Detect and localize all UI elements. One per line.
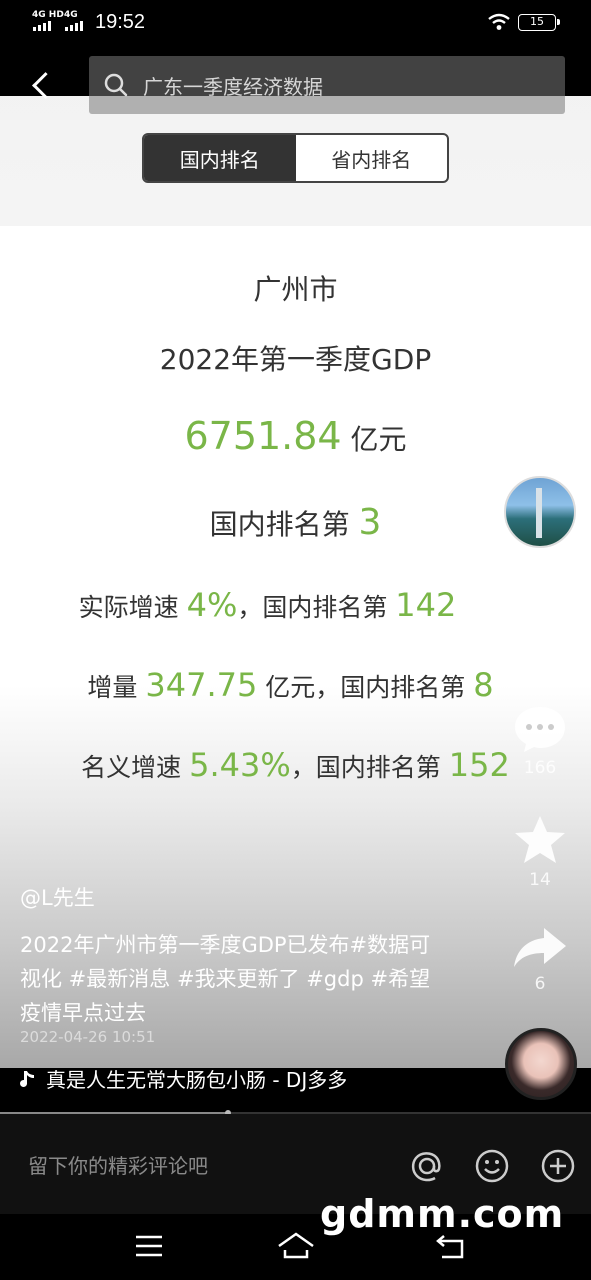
increment-rank-label: 亿元，国内排名第 bbox=[257, 673, 474, 702]
network-indicator-1: 4G HD bbox=[32, 10, 64, 20]
emoji-icon[interactable] bbox=[474, 1148, 510, 1184]
increment-line: 增量 347.75 亿元，国内排名第 8 bbox=[0, 666, 586, 704]
real-growth-label: 实际增速 bbox=[78, 593, 187, 622]
status-bar: 4G HD 4G 19:52 15 bbox=[0, 0, 591, 46]
real-growth-rank-label: ，国内排名第 bbox=[237, 593, 396, 622]
real-growth-rank-value: 142 bbox=[395, 586, 457, 624]
real-growth-value: 4% bbox=[186, 586, 238, 624]
home-icon[interactable] bbox=[276, 1230, 316, 1260]
rank-label: 国内排名第 bbox=[209, 508, 359, 541]
add-icon[interactable] bbox=[540, 1148, 576, 1184]
tab-national-rank[interactable]: 国内排名 bbox=[144, 135, 296, 181]
share-icon bbox=[514, 928, 566, 967]
rank-tabs: 国内排名 省内排名 bbox=[142, 133, 449, 183]
search-bar[interactable]: 广东一季度经济数据 bbox=[89, 56, 565, 114]
heart-icon bbox=[514, 593, 566, 639]
menu-icon[interactable] bbox=[134, 1234, 164, 1258]
wifi-icon bbox=[488, 13, 510, 30]
gdp-line: 6751.84 亿元 bbox=[0, 414, 591, 458]
music-info[interactable]: 真是人生无常大肠包小肠 - DJ多多 bbox=[20, 1064, 347, 1093]
post-description[interactable]: 2022年广州市第一季度GDP已发布#数据可视化 #最新消息 #我来更新了 #g… bbox=[20, 928, 450, 1030]
back-button[interactable] bbox=[24, 68, 60, 104]
gdp-value: 6751.84 bbox=[184, 414, 342, 458]
increment-rank-value: 8 bbox=[473, 666, 494, 704]
video-player[interactable]: 广东一季度经济数据 国内排名 省内排名 广州市 2022年第一季度GDP 675… bbox=[0, 46, 591, 1100]
nominal-growth-rank-label: ，国内排名第 bbox=[290, 753, 449, 782]
battery-icon: 15 bbox=[518, 14, 560, 31]
music-note-icon bbox=[20, 1070, 34, 1087]
favorite-button[interactable]: 14 bbox=[500, 814, 580, 890]
post-date: 2022-04-26 10:51 bbox=[20, 1028, 156, 1046]
nominal-growth-value: 5.43% bbox=[189, 746, 291, 784]
rank-value: 3 bbox=[358, 502, 382, 543]
network-indicator-2: 4G bbox=[64, 10, 78, 20]
share-button[interactable]: 6 bbox=[500, 924, 580, 994]
nominal-growth-label: 名义增速 bbox=[81, 753, 190, 782]
comment-input[interactable]: 留下你的精彩评论吧 bbox=[28, 1150, 208, 1179]
favorite-count: 14 bbox=[529, 870, 551, 890]
gdp-unit: 亿元 bbox=[341, 423, 407, 456]
real-growth-line: 实际增速 4%，国内排名第 142 bbox=[0, 586, 563, 624]
clock: 19:52 bbox=[95, 11, 146, 33]
card-subtitle: 2022年第一季度GDP bbox=[159, 343, 432, 376]
signal-icon bbox=[33, 21, 51, 31]
author-avatar[interactable] bbox=[504, 476, 576, 548]
comment-count: 166 bbox=[523, 758, 557, 778]
rank-line: 国内排名第 3 bbox=[0, 502, 591, 543]
tab-provincial-rank[interactable]: 省内排名 bbox=[296, 135, 448, 181]
comment-button[interactable]: 166 bbox=[500, 704, 580, 778]
mention-icon[interactable] bbox=[409, 1148, 445, 1184]
battery-level: 15 bbox=[530, 15, 544, 28]
comment-icon bbox=[515, 707, 565, 752]
post-author[interactable]: @L先生 bbox=[20, 882, 95, 912]
star-icon bbox=[515, 816, 565, 863]
city-name: 广州市 bbox=[253, 273, 338, 306]
like-count: 113 bbox=[523, 647, 557, 667]
search-input[interactable]: 广东一季度经济数据 bbox=[143, 71, 323, 100]
like-button[interactable]: 113 bbox=[500, 591, 580, 667]
watermark: gdmm.com bbox=[320, 1192, 565, 1236]
search-icon bbox=[104, 73, 128, 97]
music-title: 真是人生无常大肠包小肠 - DJ多多 bbox=[46, 1068, 348, 1092]
increment-value: 347.75 bbox=[145, 666, 258, 704]
signal-icon-2 bbox=[65, 21, 83, 31]
share-count: 6 bbox=[534, 974, 546, 994]
music-disc[interactable] bbox=[505, 1028, 577, 1100]
increment-label: 增量 bbox=[87, 673, 146, 702]
